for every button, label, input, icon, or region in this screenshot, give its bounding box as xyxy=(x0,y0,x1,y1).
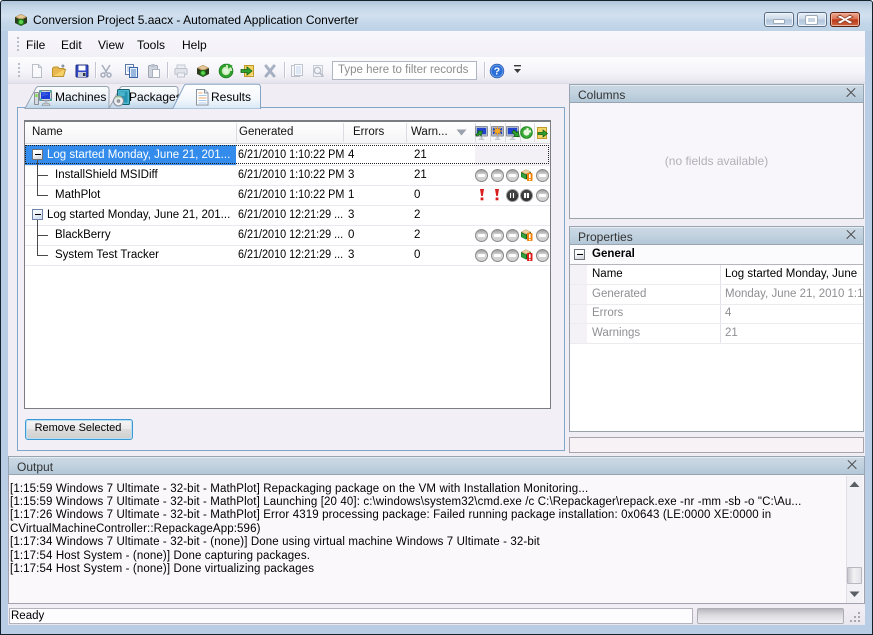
svg-text:?: ? xyxy=(494,65,500,77)
